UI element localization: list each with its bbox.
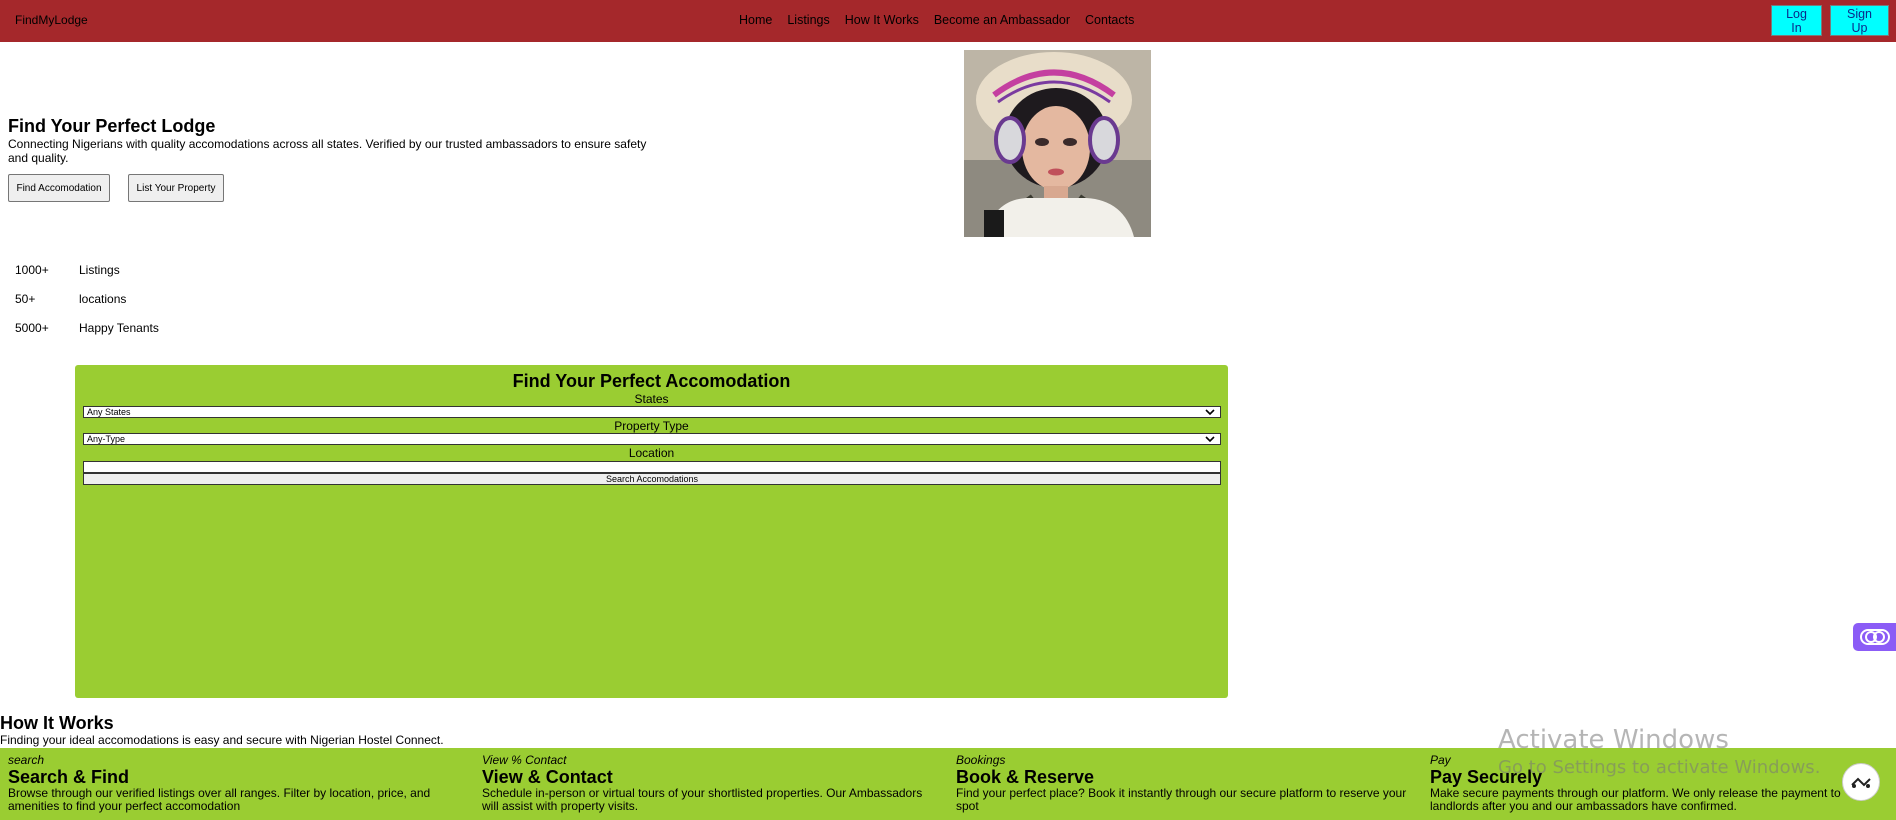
accessibility-widget-tab[interactable]	[1853, 623, 1896, 651]
list-property-button[interactable]: List Your Property	[128, 174, 224, 202]
chevron-down-icon	[1205, 409, 1215, 416]
hero-title: Find Your Perfect Lodge	[8, 116, 216, 136]
step-kicker: View % Contact	[482, 753, 567, 767]
step-kicker: search	[8, 753, 45, 767]
how-it-works-title: How It Works	[0, 713, 114, 733]
property-type-select[interactable]: Any-Type	[83, 433, 1221, 445]
step-description: Schedule in-person or virtual tours of y…	[482, 786, 923, 813]
stat-locations-label: locations	[79, 292, 127, 306]
states-label: States	[634, 392, 669, 406]
nav-listings[interactable]: Listings	[787, 13, 829, 27]
nav-become-ambassador[interactable]: Become an Ambassador	[934, 13, 1070, 27]
step-description: Browse through our verified listings ove…	[8, 786, 431, 813]
search-title: Find Your Perfect Accomodation	[512, 371, 791, 391]
signup-button[interactable]: Sign Up	[1830, 5, 1889, 36]
step-title: Search & Find	[8, 767, 130, 787]
stat-tenants-label: Happy Tenants	[79, 321, 159, 335]
step-description: Make secure payments through our platfor…	[1430, 786, 1841, 813]
search-accomodations-button[interactable]: Search Accomodations	[83, 473, 1221, 485]
floating-action-button[interactable]	[1842, 763, 1880, 801]
scooter-icon	[1851, 777, 1871, 788]
states-select-value: Any States	[87, 407, 131, 417]
step-book-reserve: Bookings Book & Reserve Find your perfec…	[956, 754, 1416, 813]
nav-contacts[interactable]: Contacts	[1085, 13, 1134, 27]
activate-windows-title: Activate Windows	[1498, 725, 1729, 755]
stat-listings-value: 1000+	[15, 263, 49, 277]
login-button[interactable]: Log In	[1771, 5, 1822, 36]
search-panel: Find Your Perfect Accomodation States An…	[75, 365, 1228, 698]
main-nav: Home Listings How It Works Become an Amb…	[739, 13, 1134, 27]
step-title: View & Contact	[482, 767, 613, 787]
toggle-icon	[1859, 629, 1890, 645]
step-view-contact: View % Contact View & Contact Schedule i…	[482, 754, 942, 813]
hero-description: Connecting Nigerians with quality accomo…	[8, 137, 647, 165]
step-description: Find your perfect place? Book it instant…	[956, 786, 1407, 813]
nav-how-it-works[interactable]: How It Works	[845, 13, 919, 27]
stat-tenants-value: 5000+	[15, 321, 49, 335]
location-input[interactable]	[83, 461, 1221, 473]
nav-home[interactable]: Home	[739, 13, 772, 27]
step-search: search Search & Find Browse through our …	[8, 754, 468, 813]
states-select[interactable]: Any States	[83, 406, 1221, 418]
brand-logo[interactable]: FindMyLodge	[15, 13, 88, 27]
location-label: Location	[628, 446, 675, 460]
chevron-down-icon	[1205, 436, 1215, 443]
property-type-label: Property Type	[614, 419, 689, 433]
find-accomodation-button[interactable]: Find Accomodation	[8, 174, 110, 202]
stat-listings-label: Listings	[79, 263, 120, 277]
activate-windows-watermark: Activate Windows Go to Settings to activ…	[1498, 725, 1820, 778]
step-kicker: Bookings	[956, 753, 1006, 767]
top-navbar: FindMyLodge Home Listings How It Works B…	[0, 0, 1896, 42]
activate-windows-subtitle: Go to Settings to activate Windows.	[1498, 757, 1821, 778]
stat-locations-value: 50+	[15, 292, 36, 306]
step-title: Book & Reserve	[956, 767, 1095, 787]
property-type-select-value: Any-Type	[87, 434, 126, 444]
hero-portrait-image	[964, 50, 1151, 237]
how-it-works-description: Finding your ideal accomodations is easy…	[0, 733, 444, 747]
portrait-illustration	[964, 50, 1151, 237]
